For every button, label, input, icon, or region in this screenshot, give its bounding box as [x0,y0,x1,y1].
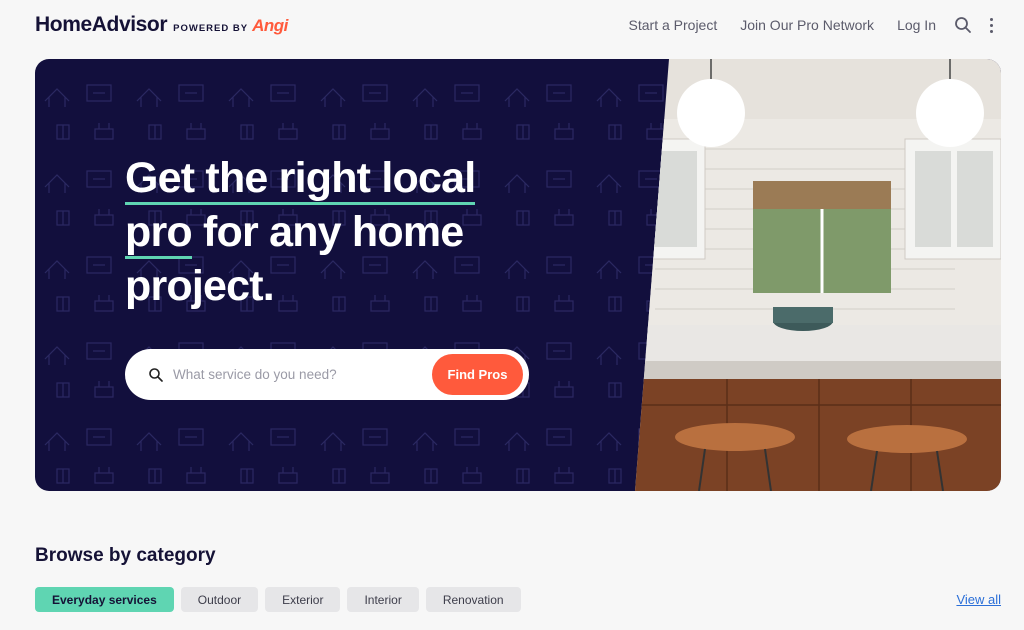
nav-start-project[interactable]: Start a Project [629,17,718,33]
browse-category-title: Browse by category [35,545,216,566]
view-all-link[interactable]: View all [956,592,1001,607]
angi-logo: Angi [252,16,288,35]
chip-outdoor[interactable]: Outdoor [180,587,259,612]
more-vertical-icon[interactable] [986,15,996,35]
top-header: HomeAdvisor POWERED BY Angi Start a Proj… [0,0,1024,54]
chip-interior[interactable]: Interior [347,587,419,612]
headline-line-2: for any home [191,208,464,256]
nav-log-in[interactable]: Log In [897,17,936,33]
search-icon [149,367,163,382]
headline-pro: pro [125,208,193,259]
kitchen-photo [635,59,1001,491]
main-nav: Start a Project Join Our Pro Network Log… [606,15,996,35]
chip-renovation[interactable]: Renovation [425,587,521,612]
headline-line-1: Get the right local [125,154,476,205]
hero-headline: Get the right local pro for any home pro… [125,151,545,313]
hero-banner: Get the right local pro for any home pro… [35,59,1001,491]
find-pros-button[interactable]: Find Pros [432,354,523,395]
service-search-bar: Find Pros [125,349,529,400]
category-chips: Everyday services Outdoor Exterior Inter… [35,587,528,612]
nav-join-pro-network[interactable]: Join Our Pro Network [740,17,874,33]
logo-wordmark: HomeAdvisor [35,13,168,36]
logo-powered-by: POWERED BY [173,23,249,34]
chip-exterior[interactable]: Exterior [265,587,341,612]
search-icon[interactable] [954,16,972,34]
headline-line-3: project. [125,262,275,310]
service-search-input[interactable] [173,367,423,382]
homeadvisor-logo[interactable]: HomeAdvisor POWERED BY Angi [35,13,288,37]
chip-everyday-services[interactable]: Everyday services [35,587,174,612]
